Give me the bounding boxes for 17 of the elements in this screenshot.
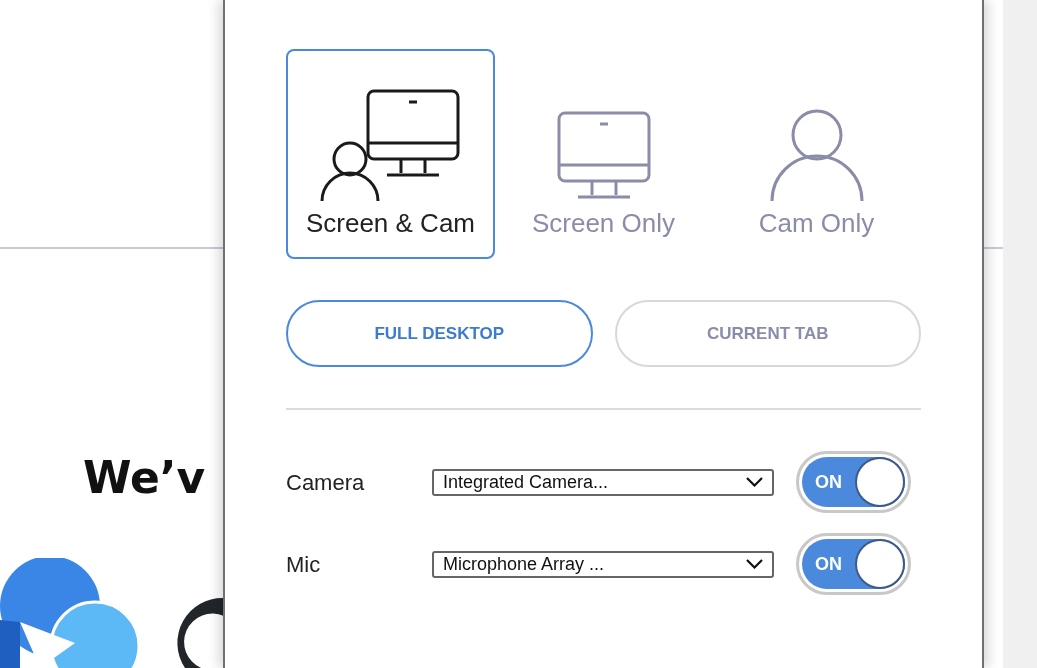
device-label: Mic [286,550,322,579]
capture-target-button[interactable]: CURRENT TAB [614,300,921,367]
caret-icon [746,477,763,487]
monitor-icon [556,111,651,201]
device-label: Camera [286,468,366,497]
person-and-monitor-icon [319,89,462,201]
device-dropdown[interactable]: Integrated Camera... [432,468,774,496]
mode-option[interactable]: Screen Only [499,49,708,259]
person-icon [769,109,864,201]
device-dropdown[interactable]: Microphone Array ... [432,550,774,578]
toggle-switch[interactable]: ON [796,451,911,513]
mode-option[interactable]: Screen & Cam [286,49,495,259]
mode-option[interactable]: Cam Only [712,49,921,259]
capture-target-button[interactable]: FULL DESKTOP [286,300,593,367]
caret-icon [746,559,763,569]
page-heading: We’v [83,451,206,505]
toggle-switch[interactable]: ON [796,533,911,595]
